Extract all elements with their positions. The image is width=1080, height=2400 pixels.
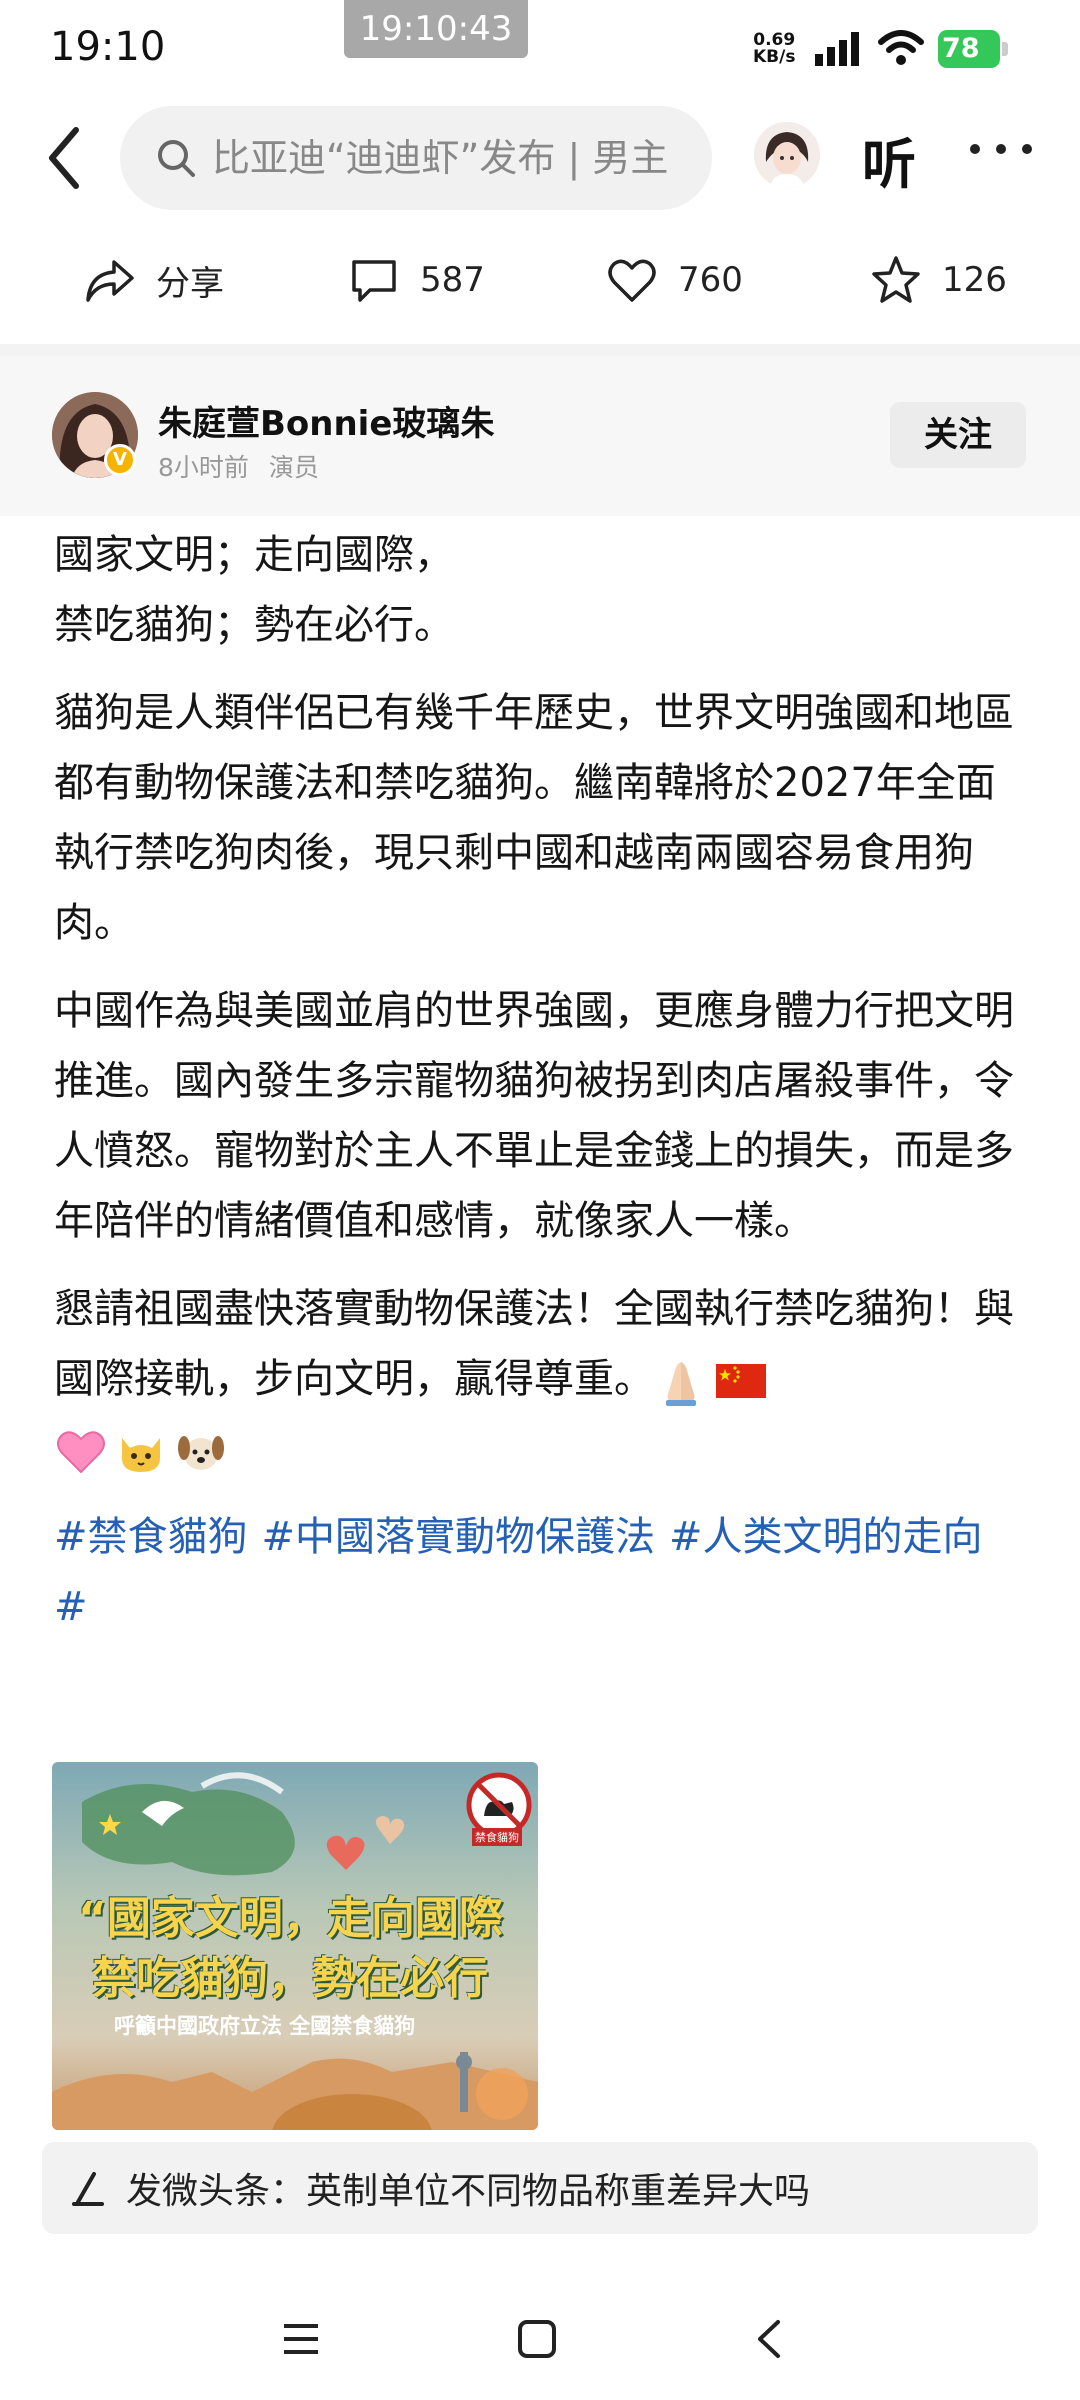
- poster-subtitle: 呼籲中國政府立法 全國禁食貓狗: [114, 2014, 416, 2038]
- star-icon: [872, 256, 920, 303]
- top-header: 比亚迪“迪迪虾”发布 | 男主 听: [0, 100, 1080, 220]
- follow-button[interactable]: 关注: [890, 402, 1026, 468]
- action-bar: 分享 587 760 126: [0, 230, 1080, 340]
- network-speed-unit: KB/s: [753, 47, 796, 67]
- battery-indicator: 78: [938, 30, 1008, 68]
- comment-count: 587: [420, 260, 485, 300]
- author-row: V 朱庭萱Bonnie玻璃朱 8小时前 演员 关注: [0, 356, 1080, 516]
- poster-sign-label: 禁食貓狗: [472, 1828, 522, 1846]
- dog-face-icon: [178, 1436, 224, 1470]
- back-icon[interactable]: [40, 120, 92, 196]
- heart-icon: [608, 259, 656, 302]
- share-icon: [86, 260, 134, 302]
- post-paragraph-1-line-1: 國家文明；走向國際，: [54, 532, 454, 578]
- listen-button[interactable]: 听: [862, 120, 916, 199]
- nav-back-icon[interactable]: [746, 2314, 796, 2364]
- signal-icon: [815, 32, 859, 66]
- more-options-icon[interactable]: [970, 136, 1034, 160]
- post-content: 國家文明；走向國際， 禁吃貓狗；勢在必行。 貓狗是人類伴侶已有幾千年歷史，世界文…: [54, 520, 1026, 1660]
- author-name[interactable]: 朱庭萱Bonnie玻璃朱: [158, 396, 494, 445]
- post-paragraph-1-line-2: 禁吃貓狗；勢在必行。: [54, 602, 454, 648]
- post-image[interactable]: 禁食貓狗 “國家文明，走向國際 禁吃貓狗，勢在必行 呼籲中國政府立法 全國禁食貓…: [52, 1762, 538, 2130]
- user-avatar[interactable]: [754, 122, 820, 188]
- compose-bar[interactable]: 发微头条：英制单位不同物品称重差异大吗: [42, 2142, 1038, 2234]
- pink-heart-icon: [57, 1431, 105, 1474]
- status-bar: 19:10 19:10:43 0.69 KB/s 78: [0, 0, 1080, 100]
- favorite-count: 126: [942, 260, 1007, 300]
- author-meta: 8小时前 演员: [158, 448, 319, 484]
- favorite-button[interactable]: 126: [870, 250, 1007, 310]
- post-paragraph-1: 國家文明；走向國際， 禁吃貓狗；勢在必行。: [54, 520, 1026, 660]
- comment-icon: [352, 260, 396, 302]
- wifi-icon: [878, 30, 924, 65]
- hashtag-link[interactable]: #中國落實動物保護法: [262, 1514, 656, 1560]
- hashtag-list: #禁食貓狗 #中國落實動物保護法 #人类文明的走向#: [54, 1502, 1026, 1642]
- search-icon: [158, 140, 195, 177]
- poster-headline-1: “國家文明，走向國際: [78, 1893, 503, 1944]
- post-paragraph-2: 貓狗是人類伴侶已有幾千年歷史，世界文明強國和地區都有動物保護法和禁吃貓狗。繼南韓…: [54, 690, 1014, 946]
- like-button[interactable]: 760: [606, 250, 743, 310]
- comment-button[interactable]: 587: [348, 250, 485, 310]
- like-count: 760: [678, 260, 743, 300]
- battery-tip: [1002, 42, 1008, 56]
- search-placeholder: 比亚迪“迪迪虾”发布 | 男主: [212, 136, 669, 180]
- home-icon[interactable]: [512, 2314, 562, 2364]
- system-nav-bar: [0, 2290, 1080, 2400]
- post-time: 8小时前: [158, 453, 249, 482]
- share-label: 分享: [156, 263, 224, 304]
- china-flag-icon: [716, 1364, 766, 1398]
- section-divider: [0, 344, 1080, 356]
- timestamp-badge: 19:10:43: [344, 0, 528, 58]
- search-input[interactable]: 比亚迪“迪迪虾”发布 | 男主: [120, 106, 712, 210]
- status-time: 19:10: [50, 24, 166, 70]
- cat-face-icon: [122, 1438, 160, 1472]
- post-paragraph-3: 中國作為與美國並肩的世界強國，更應身體力行把文明推進。國內發生多宗寵物貓狗被拐到…: [54, 988, 1014, 1244]
- verified-badge-icon: V: [104, 444, 136, 476]
- share-button[interactable]: 分享: [84, 250, 224, 310]
- hashtag-link[interactable]: #禁食貓狗: [54, 1514, 248, 1560]
- pen-icon: [72, 2172, 104, 2206]
- praying-hands-icon: [666, 1362, 696, 1406]
- post-paragraph-4-text: 懇請祖國盡快落實動物保護法！全國執行禁吃貓狗！與國際接軌，步向文明，贏得尊重。: [54, 1286, 1014, 1402]
- avatar-illustration-icon: [754, 122, 820, 188]
- battery-level: 78: [938, 30, 1000, 68]
- menu-icon[interactable]: [276, 2314, 326, 2364]
- post-paragraph-4: 懇請祖國盡快落實動物保護法！全國執行禁吃貓狗！與國際接軌，步向文明，贏得尊重。: [54, 1274, 1026, 1484]
- network-speed: 0.69 KB/s: [753, 32, 795, 66]
- emoji-row: [54, 1424, 234, 1478]
- poster-headline-2: 禁吃貓狗，勢在必行: [92, 1953, 488, 2004]
- author-role: 演员: [268, 453, 319, 482]
- compose-prompt: 发微头条：英制单位不同物品称重差异大吗: [126, 2171, 811, 2212]
